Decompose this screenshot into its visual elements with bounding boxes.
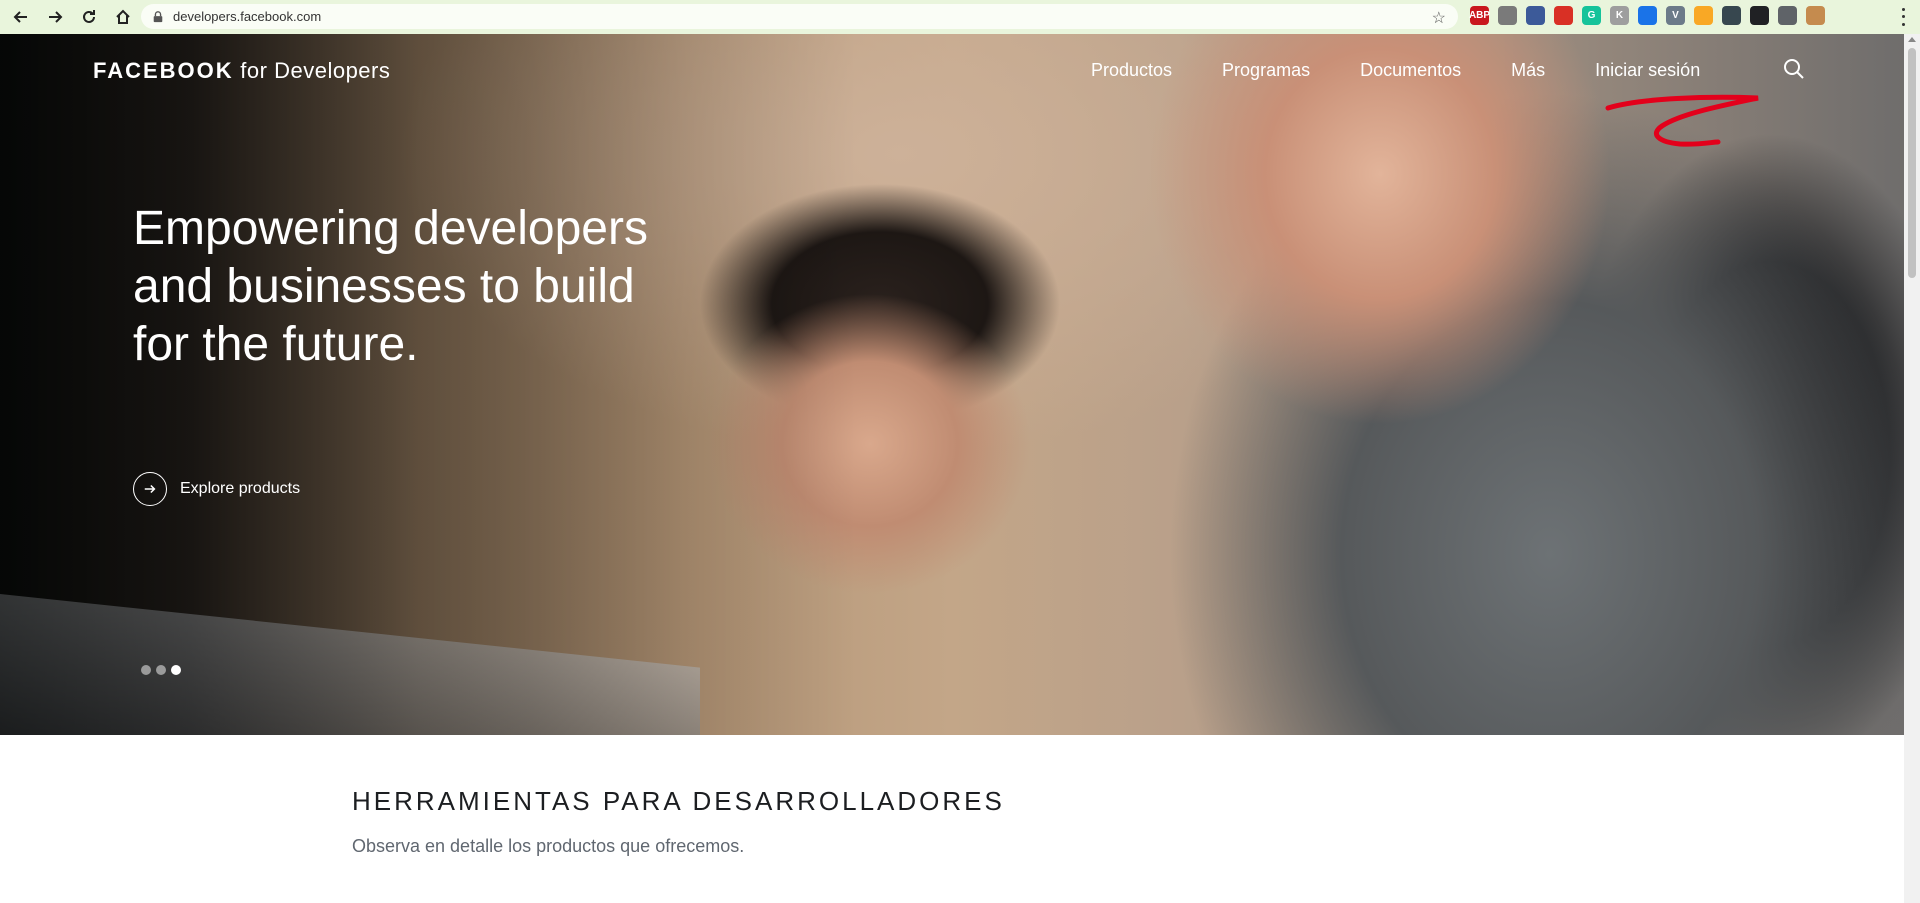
carousel-dots — [141, 665, 181, 675]
section-title: HERRAMIENTAS PARA DESARROLLADORES — [352, 786, 1005, 816]
section-subtitle: Observa en detalle los productos que ofr… — [352, 836, 745, 856]
nav-programas[interactable]: Programas — [1222, 60, 1310, 81]
hero-headline: Empowering developers and businesses to … — [133, 202, 648, 371]
slash-extension-icon[interactable] — [1750, 6, 1769, 25]
pencil-extension-icon[interactable] — [1694, 6, 1713, 25]
forward-arrow-icon — [49, 11, 63, 23]
facebook-for-developers-logo[interactable]: FACEBOOK for Developers — [93, 58, 390, 84]
nav-mas[interactable]: Más — [1511, 60, 1545, 81]
url-text: developers.facebook.com — [173, 9, 322, 24]
nav-documentos[interactable]: Documentos — [1360, 60, 1461, 81]
back-arrow-icon — [13, 11, 27, 23]
reload-icon — [83, 10, 95, 23]
grammarly-icon[interactable]: G — [1582, 6, 1601, 25]
red-grid-extension-icon[interactable] — [1554, 6, 1573, 25]
carousel-dot[interactable] — [141, 665, 151, 675]
table-extension-icon[interactable] — [1526, 6, 1545, 25]
adblock-plus-icon[interactable]: ABP — [1469, 6, 1490, 25]
globe-extension-icon[interactable] — [1498, 6, 1517, 25]
home-button[interactable] — [110, 4, 136, 30]
explore-products-label: Explore products — [180, 480, 301, 497]
address-bar[interactable]: developers.facebook.com ☆ — [141, 4, 1458, 29]
pen-extension-icon[interactable] — [1638, 6, 1657, 25]
brand-facebook: FACEBOOK — [93, 58, 234, 83]
arrow-right-icon — [133, 472, 167, 506]
hero-banner: FACEBOOK for Developers Productos Progra… — [0, 34, 1904, 735]
reload-button[interactable] — [76, 4, 102, 30]
browser-menu-icon[interactable] — [1896, 6, 1910, 28]
extensions-tray: ABP G K V — [1469, 6, 1825, 25]
profile-avatar-icon[interactable] — [1806, 6, 1825, 25]
carousel-dot[interactable] — [171, 665, 181, 675]
brand-for-developers: for Developers — [233, 58, 391, 83]
puzzle-extensions-icon[interactable] — [1778, 6, 1797, 25]
carousel-dot[interactable] — [156, 665, 166, 675]
home-icon — [116, 9, 130, 24]
explore-products-button[interactable]: Explore products — [133, 472, 300, 506]
browser-toolbar: developers.facebook.com ☆ ABP G K V — [0, 0, 1920, 34]
page-scrollbar[interactable] — [1904, 34, 1920, 903]
top-navigation: Productos Programas Documentos Más Inici… — [1091, 60, 1750, 81]
forward-button[interactable] — [42, 4, 68, 30]
car-extension-icon[interactable] — [1722, 6, 1741, 25]
search-icon[interactable] — [1782, 57, 1806, 81]
scroll-up-arrow-icon[interactable] — [1908, 37, 1916, 42]
red-annotation-scribble — [1605, 94, 1759, 147]
k-extension-icon[interactable]: K — [1610, 6, 1629, 25]
v-extension-icon[interactable]: V — [1666, 6, 1685, 25]
nav-productos[interactable]: Productos — [1091, 60, 1172, 81]
back-button[interactable] — [8, 4, 34, 30]
bookmark-star-icon[interactable]: ☆ — [1432, 8, 1446, 28]
nav-iniciar-sesion[interactable]: Iniciar sesión — [1595, 60, 1700, 81]
lock-icon — [151, 10, 165, 24]
scrollbar-thumb[interactable] — [1908, 48, 1916, 278]
